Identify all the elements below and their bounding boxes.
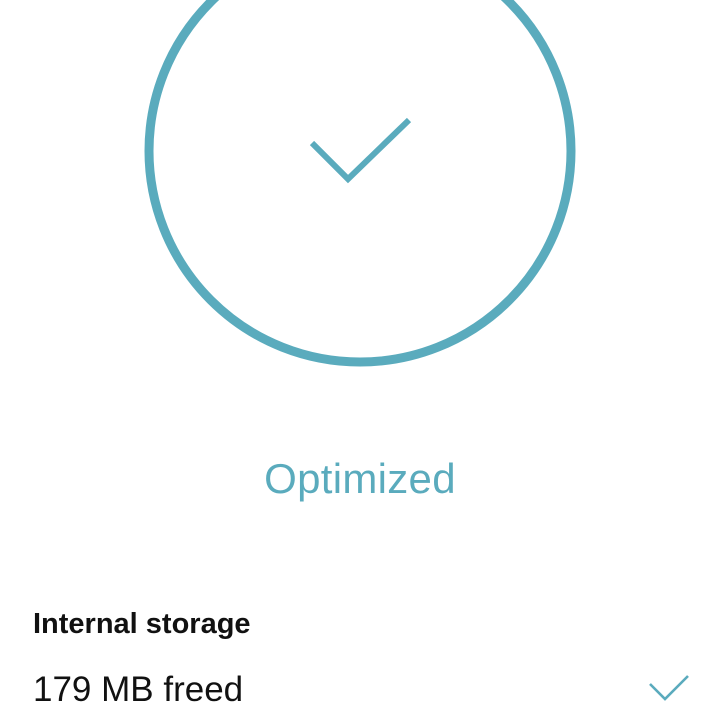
checkmark-icon xyxy=(309,117,412,184)
storage-section: Internal storage 179 MB freed xyxy=(33,604,690,712)
storage-freed-value: 179 MB freed xyxy=(33,670,244,709)
progress-ring xyxy=(144,0,576,367)
checkmark-icon xyxy=(648,672,690,702)
ring-circle xyxy=(144,0,576,367)
storage-row: 179 MB freed xyxy=(33,668,690,712)
status-label: Optimized xyxy=(264,455,456,502)
optimization-complete-ring xyxy=(143,0,577,368)
storage-title: Internal storage xyxy=(33,608,251,640)
